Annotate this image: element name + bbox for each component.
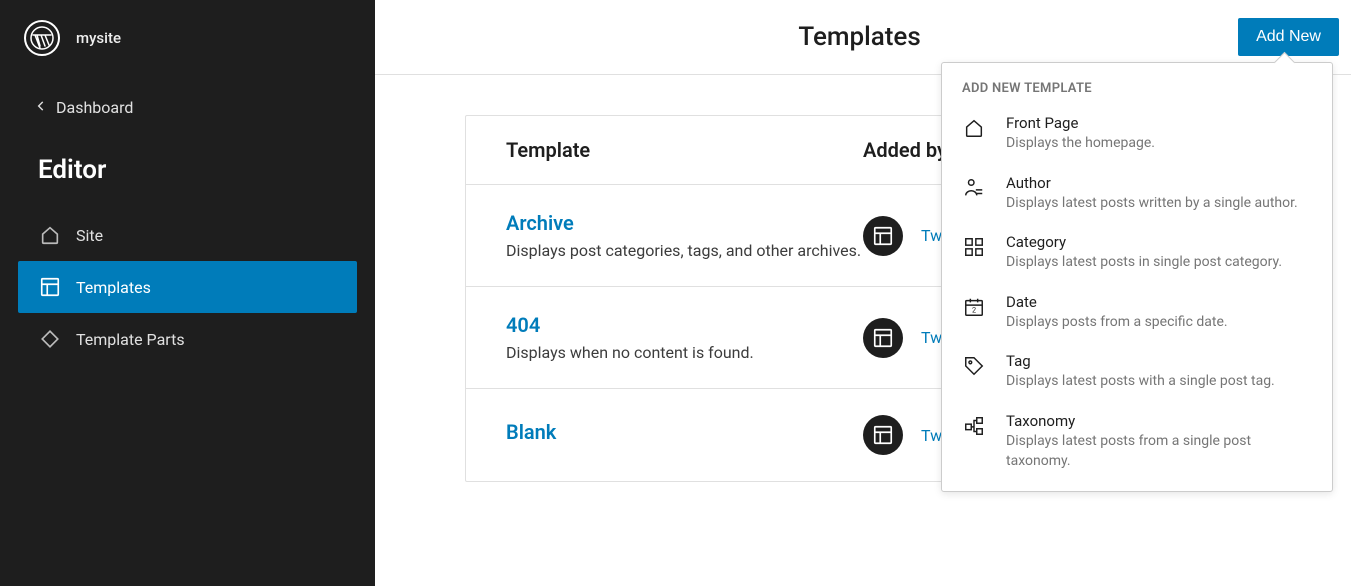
sidebar-item-templates[interactable]: Templates bbox=[18, 261, 357, 313]
page-title: Templates bbox=[716, 22, 920, 52]
template-desc: Displays post categories, tags, and othe… bbox=[506, 241, 863, 260]
sidebar-item-label: Template Parts bbox=[76, 330, 185, 349]
category-icon bbox=[962, 235, 986, 259]
sidebar: mysite Dashboard Editor Site Templates T… bbox=[0, 0, 375, 586]
dropdown-heading: ADD NEW TEMPLATE bbox=[942, 63, 1332, 104]
dropdown-item-desc: Displays posts from a specific date. bbox=[1006, 313, 1312, 333]
theme-icon bbox=[863, 415, 903, 455]
dropdown-item-label: Front Page bbox=[1006, 114, 1312, 132]
sidebar-item-label: Templates bbox=[76, 278, 151, 297]
dropdown-item-label: Tag bbox=[1006, 352, 1312, 370]
dropdown-item-category[interactable]: Category Displays latest posts in single… bbox=[942, 223, 1332, 283]
home-icon bbox=[38, 223, 62, 247]
wordpress-logo-icon[interactable] bbox=[24, 20, 60, 56]
dropdown-item-desc: Displays latest posts from a single post… bbox=[1006, 432, 1312, 471]
layout-icon bbox=[38, 275, 62, 299]
dropdown-item-label: Author bbox=[1006, 174, 1312, 192]
template-desc: Displays when no content is found. bbox=[506, 343, 863, 362]
theme-icon bbox=[863, 216, 903, 256]
add-new-template-dropdown: ADD NEW TEMPLATE Front Page Displays the… bbox=[941, 62, 1333, 492]
template-name-link[interactable]: Archive bbox=[506, 211, 863, 235]
sidebar-nav: Site Templates Template Parts bbox=[0, 203, 375, 371]
svg-text:2: 2 bbox=[972, 305, 976, 314]
theme-icon bbox=[863, 318, 903, 358]
dropdown-item-author[interactable]: Author Displays latest posts written by … bbox=[942, 164, 1332, 224]
sidebar-item-template-parts[interactable]: Template Parts bbox=[18, 313, 357, 365]
dropdown-item-taxonomy[interactable]: Taxonomy Displays latest posts from a si… bbox=[942, 402, 1332, 481]
site-name[interactable]: mysite bbox=[76, 29, 121, 47]
sidebar-title: Editor bbox=[0, 135, 375, 203]
chevron-left-icon bbox=[34, 99, 48, 117]
dropdown-item-desc: Displays latest posts in single post cat… bbox=[1006, 253, 1312, 273]
template-name-link[interactable]: 404 bbox=[506, 313, 863, 337]
back-label: Dashboard bbox=[56, 98, 133, 117]
sidebar-item-site[interactable]: Site bbox=[18, 209, 357, 261]
dropdown-item-label: Date bbox=[1006, 293, 1312, 311]
home-icon bbox=[962, 116, 986, 140]
tag-icon bbox=[962, 354, 986, 378]
dropdown-item-tag[interactable]: Tag Displays latest posts with a single … bbox=[942, 342, 1332, 402]
dropdown-item-front-page[interactable]: Front Page Displays the homepage. bbox=[942, 104, 1332, 164]
dropdown-item-label: Category bbox=[1006, 233, 1312, 251]
dropdown-item-desc: Displays latest posts written by a singl… bbox=[1006, 194, 1312, 214]
add-new-button[interactable]: Add New bbox=[1238, 18, 1339, 56]
dropdown-item-label: Taxonomy bbox=[1006, 412, 1312, 430]
col-template: Template bbox=[506, 138, 863, 162]
back-to-dashboard[interactable]: Dashboard bbox=[0, 68, 375, 135]
template-name-link[interactable]: Blank bbox=[506, 420, 863, 444]
dropdown-item-date[interactable]: 2 Date Displays posts from a specific da… bbox=[942, 283, 1332, 343]
taxonomy-icon bbox=[962, 414, 986, 438]
main: Templates Add New Template Added by Arch… bbox=[375, 0, 1351, 586]
diamond-icon bbox=[38, 327, 62, 351]
sidebar-item-label: Site bbox=[76, 226, 103, 245]
dropdown-item-desc: Displays the homepage. bbox=[1006, 134, 1312, 154]
sidebar-header: mysite bbox=[0, 0, 375, 68]
author-icon bbox=[962, 176, 986, 200]
calendar-icon: 2 bbox=[962, 295, 986, 319]
dropdown-item-desc: Displays latest posts with a single post… bbox=[1006, 372, 1312, 392]
